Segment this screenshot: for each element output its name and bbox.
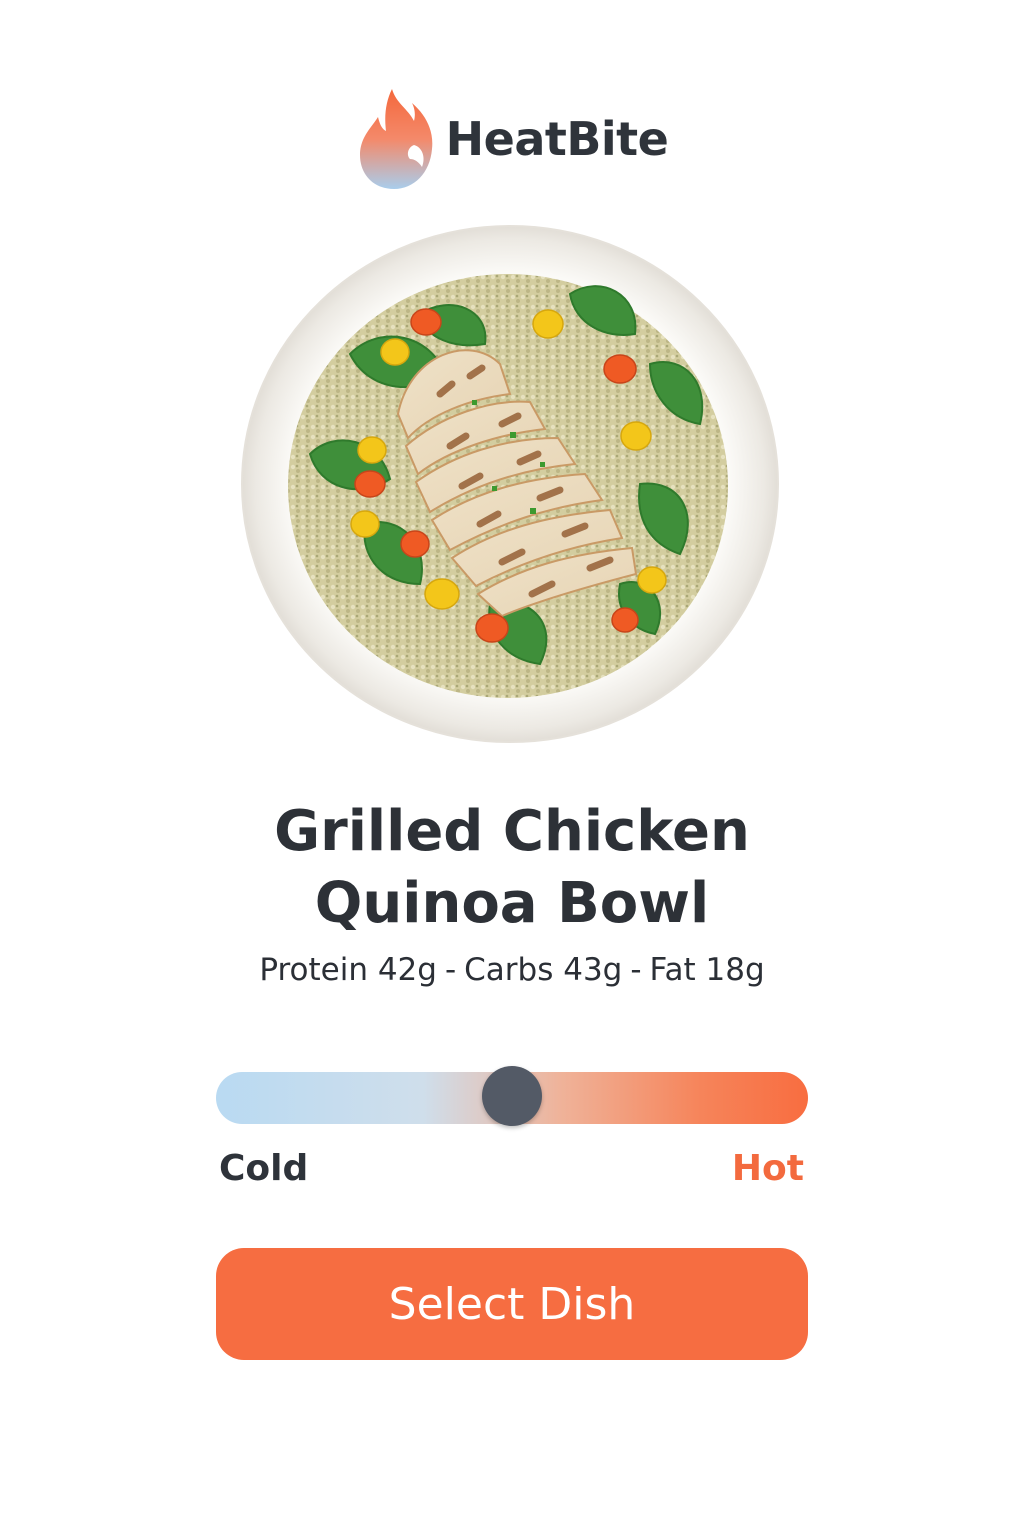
macros-line: Protein 42g - Carbs 43g - Fat 18g xyxy=(0,952,1024,988)
dish-title-line2: Quinoa Bowl xyxy=(314,871,710,936)
brand-name: HeatBite xyxy=(445,112,669,166)
dish-image xyxy=(240,224,780,744)
macro-separator: - xyxy=(630,952,642,988)
app-screen: HeatBite Grilled Chicken Quinoa Bowl Pro… xyxy=(0,0,1024,1536)
macro-protein: Protein 42g xyxy=(259,952,437,988)
select-dish-button[interactable]: Select Dish xyxy=(216,1248,808,1360)
macro-fat: Fat 18g xyxy=(649,952,765,988)
dish-title: Grilled Chicken Quinoa Bowl xyxy=(0,796,1024,940)
temperature-slider[interactable] xyxy=(216,1066,808,1126)
chicken-quinoa-bowl-image xyxy=(241,225,779,743)
hot-label: Hot xyxy=(731,1148,804,1189)
brand-header: HeatBite xyxy=(0,84,1024,194)
macro-carbs: Carbs 43g xyxy=(464,952,623,988)
dish-title-line1: Grilled Chicken xyxy=(274,799,750,864)
macro-separator: - xyxy=(444,952,457,988)
cold-label: Cold xyxy=(219,1148,309,1189)
flame-icon xyxy=(359,89,432,189)
slider-thumb[interactable] xyxy=(482,1066,542,1126)
